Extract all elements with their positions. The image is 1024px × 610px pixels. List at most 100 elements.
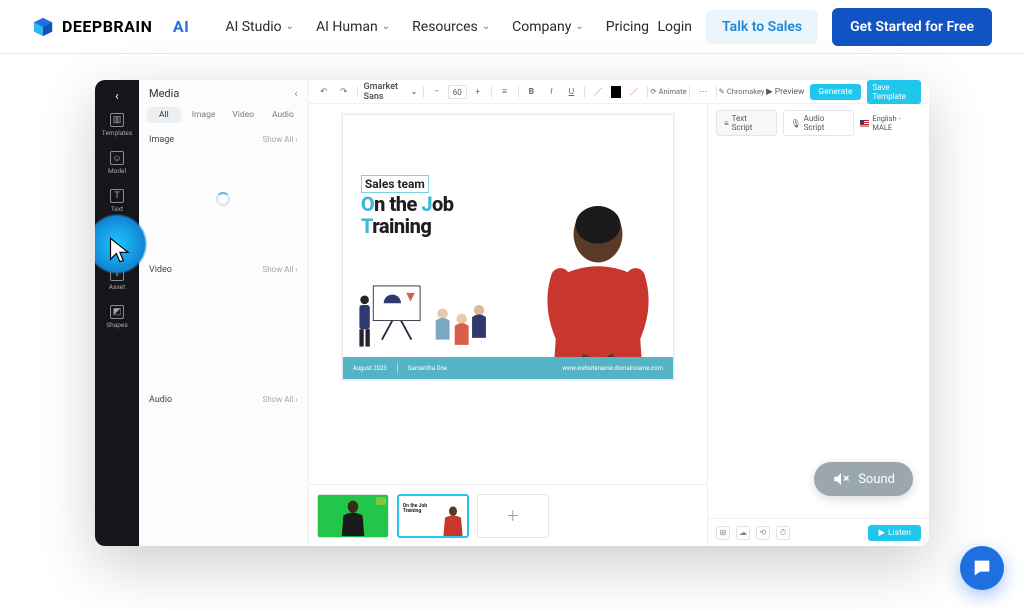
audio-script-tab[interactable]: 🎙Audio Script bbox=[783, 110, 854, 136]
slide-canvas[interactable]: Sales team On the Job Training bbox=[342, 114, 674, 380]
strike-color-icon[interactable]: ／ bbox=[627, 85, 641, 99]
left-rail: ‹ ▥Templates ☺Model TText ⇪Asset ◩Shapes bbox=[95, 80, 139, 546]
footer-date: August 2023 bbox=[353, 365, 387, 372]
editor-panel: ‹ ▥Templates ☺Model TText ⇪Asset ◩Shapes… bbox=[95, 80, 929, 546]
media-tab-audio[interactable]: Audio bbox=[266, 107, 300, 123]
animate-button[interactable]: ⟳ Animate bbox=[654, 85, 683, 99]
thumb-person-icon bbox=[340, 498, 366, 536]
media-tab-all[interactable]: All bbox=[147, 107, 181, 123]
stage: ‹ ▥Templates ☺Model TText ⇪Asset ◩Shapes… bbox=[0, 54, 1024, 546]
media-section-video: Video bbox=[149, 265, 172, 275]
top-nav: DEEPBRAIN AI AI Studio⌄ AI Human⌄ Resour… bbox=[0, 0, 1024, 54]
italic-button[interactable]: I bbox=[544, 85, 558, 99]
nav-ai-studio[interactable]: AI Studio⌄ bbox=[225, 19, 294, 35]
redo-button[interactable]: ↷ bbox=[337, 85, 351, 99]
slide-footer: August 2023 Samantha Doe www.websitename… bbox=[343, 357, 673, 379]
templates-icon: ▥ bbox=[110, 113, 124, 127]
us-flag-icon bbox=[860, 120, 870, 127]
list-icon: ≡ bbox=[724, 119, 729, 128]
script-tool-3[interactable]: ⟲ bbox=[756, 526, 770, 540]
size-minus-button[interactable]: − bbox=[430, 85, 444, 99]
talk-to-sales-button[interactable]: Talk to Sales bbox=[706, 10, 818, 44]
shapes-icon: ◩ bbox=[110, 305, 124, 319]
chat-fab[interactable] bbox=[960, 546, 1004, 590]
add-slide-button[interactable]: ＋ bbox=[477, 494, 549, 538]
media-tab-image[interactable]: Image bbox=[187, 107, 221, 123]
footer-author: Samantha Doe bbox=[408, 365, 447, 372]
script-tool-4[interactable]: ⏱ bbox=[776, 526, 790, 540]
nav-right: Login Talk to Sales Get Started for Free bbox=[658, 8, 992, 46]
media-section-image: Image bbox=[149, 135, 174, 145]
size-plus-button[interactable]: + bbox=[471, 85, 485, 99]
thumb-2-title: On the JobTraining bbox=[403, 504, 427, 515]
thumb-2[interactable]: On the JobTraining bbox=[397, 494, 469, 538]
generate-button[interactable]: Generate bbox=[810, 84, 860, 100]
underline-button[interactable]: U bbox=[564, 85, 578, 99]
media-collapse-button[interactable]: ‹ bbox=[294, 87, 297, 100]
undo-button[interactable]: ↶ bbox=[317, 85, 331, 99]
font-select[interactable]: Gmarket Sans⌄ bbox=[364, 82, 417, 102]
bold-button[interactable]: B bbox=[524, 85, 538, 99]
chevron-down-icon: ⌄ bbox=[382, 21, 390, 32]
language-select[interactable]: English - MALE bbox=[860, 114, 921, 132]
slide-subtitle[interactable]: Sales team bbox=[361, 175, 429, 193]
rail-shapes[interactable]: ◩Shapes bbox=[95, 298, 139, 336]
chevron-down-icon: ⌄ bbox=[286, 21, 294, 32]
sound-toggle[interactable]: Sound bbox=[814, 462, 913, 496]
nav-center: AI Studio⌄ AI Human⌄ Resources⌄ Company⌄… bbox=[225, 19, 649, 35]
model-icon: ☺ bbox=[110, 151, 124, 165]
script-tool-2[interactable]: ☁ bbox=[736, 526, 750, 540]
rail-model[interactable]: ☺Model bbox=[95, 144, 139, 182]
play-icon: ▶ bbox=[766, 87, 773, 97]
nav-resources[interactable]: Resources⌄ bbox=[412, 19, 490, 35]
thumbnail-strip: On the JobTraining ＋ bbox=[309, 484, 707, 546]
brand-suffix: AI bbox=[173, 17, 189, 36]
chevron-down-icon: ⌄ bbox=[575, 21, 583, 32]
thumb-1[interactable] bbox=[317, 494, 389, 538]
preview-button[interactable]: ▶Preview bbox=[766, 87, 804, 97]
showall-video[interactable]: Show All › bbox=[263, 265, 298, 275]
mic-icon: 🎙 bbox=[791, 119, 801, 128]
thumb-person-icon bbox=[441, 504, 465, 536]
canvas-column: Sales team On the Job Training bbox=[309, 104, 707, 546]
listen-button[interactable]: ▶Listen bbox=[868, 525, 921, 541]
footer-url: www.websitename.domainname.com bbox=[562, 365, 663, 372]
rail-templates[interactable]: ▥Templates bbox=[95, 106, 139, 144]
chromakey-button[interactable]: ✎ Chromakey bbox=[723, 85, 760, 99]
toolbar: ↶ ↷ Gmarket Sans⌄ − 60 + ≡ B I U ／ bbox=[309, 80, 929, 104]
nav-pricing[interactable]: Pricing bbox=[606, 19, 649, 35]
brand-name: DEEPBRAIN bbox=[62, 17, 152, 36]
chevron-down-icon: ⌄ bbox=[482, 21, 490, 32]
get-started-button[interactable]: Get Started for Free bbox=[832, 8, 992, 46]
script-tool-1[interactable]: ⊞ bbox=[716, 526, 730, 540]
logo-mark-icon bbox=[32, 16, 54, 38]
chat-icon bbox=[971, 557, 993, 579]
media-video-grid bbox=[149, 275, 298, 383]
showall-image[interactable]: Show All › bbox=[263, 135, 298, 145]
thumb-menu-icon[interactable] bbox=[376, 497, 386, 505]
slide-illustration bbox=[357, 279, 497, 357]
text-script-tab[interactable]: ≡Text Script bbox=[716, 110, 777, 136]
text-color-red-icon[interactable]: ／ bbox=[591, 85, 605, 99]
ai-presenter[interactable] bbox=[531, 191, 665, 379]
media-image-grid bbox=[149, 145, 298, 253]
color-swatch[interactable] bbox=[611, 86, 621, 98]
loading-spinner-icon bbox=[216, 192, 230, 206]
text-icon: T bbox=[110, 189, 124, 203]
slide-title[interactable]: On the Job Training bbox=[361, 193, 454, 237]
media-tab-video[interactable]: Video bbox=[226, 107, 260, 123]
nav-ai-human[interactable]: AI Human⌄ bbox=[316, 19, 390, 35]
media-section-audio: Audio bbox=[149, 395, 172, 405]
align-button[interactable]: ≡ bbox=[498, 85, 512, 99]
nav-company[interactable]: Company⌄ bbox=[512, 19, 584, 35]
canvas-area[interactable]: Sales team On the Job Training bbox=[309, 104, 707, 484]
more-button[interactable]: ⋯ bbox=[696, 85, 710, 99]
save-template-button[interactable]: Save Template bbox=[867, 80, 921, 104]
font-size-value[interactable]: 60 bbox=[448, 85, 467, 99]
font-size-stepper[interactable]: − 60 + bbox=[430, 85, 485, 99]
showall-audio[interactable]: Show All › bbox=[263, 395, 298, 405]
brand-logo[interactable]: DEEPBRAIN AI bbox=[32, 16, 189, 38]
login-link[interactable]: Login bbox=[658, 19, 693, 35]
cursor-pointer-icon bbox=[107, 236, 135, 264]
rail-back-button[interactable]: ‹ bbox=[95, 86, 139, 106]
